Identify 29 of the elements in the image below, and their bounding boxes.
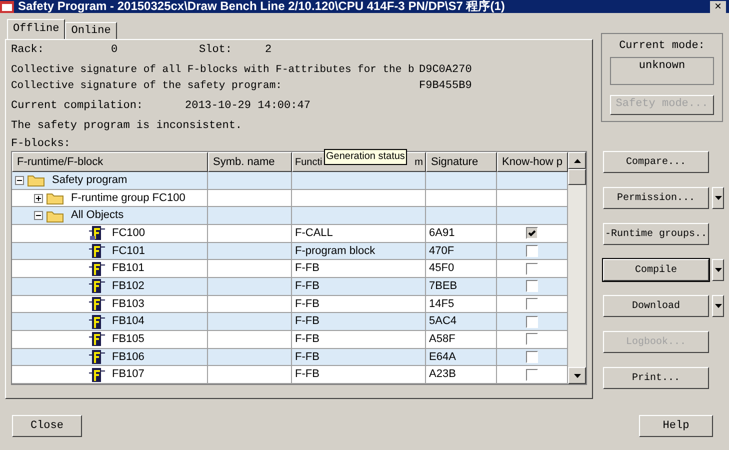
- block-name: FB107: [112, 368, 144, 382]
- block-name: FB105: [112, 332, 144, 346]
- status-text: The safety program is inconsistent.: [11, 120, 242, 132]
- block-name: F-runtime group FC100: [71, 192, 186, 204]
- mode-label: Current mode:: [619, 39, 705, 54]
- slot-label: Slot:: [199, 44, 234, 58]
- block-name: FB102: [112, 280, 144, 293]
- rack-label: Rack:: [11, 44, 46, 58]
- block-name: FC100: [112, 226, 146, 240]
- slot-value: 2: [265, 44, 272, 58]
- signature-label: Collective signature of the safety program:: [11, 80, 283, 94]
- mode-field: unknown: [610, 56, 714, 84]
- block-name: FB101: [112, 262, 144, 276]
- tooltip: Generation status: [324, 149, 407, 165]
- block-name: Safety program: [52, 174, 128, 187]
- signature-value: D9C0A270: [419, 64, 472, 78]
- table-cell: A23B: [426, 366, 497, 384]
- signature-label: Collective signature of all F-blocks with F-attributes for the b: [11, 64, 416, 78]
- block-name: FB106: [112, 350, 144, 364]
- compilation-time: 2013-10-29 14:00:47: [185, 100, 310, 114]
- section-label: F-blocks:: [11, 138, 70, 150]
- compilation-label: Current compilation:: [11, 100, 144, 114]
- signature-value: F9B455B9: [419, 80, 472, 94]
- rack-value: 0: [111, 44, 119, 58]
- block-name: FC101: [112, 244, 146, 258]
- block-name: FB103: [112, 298, 144, 311]
- block-name: FB104: [112, 315, 144, 328]
- table-cell: F-FB: [292, 366, 426, 384]
- block-name: All Objects: [71, 209, 124, 222]
